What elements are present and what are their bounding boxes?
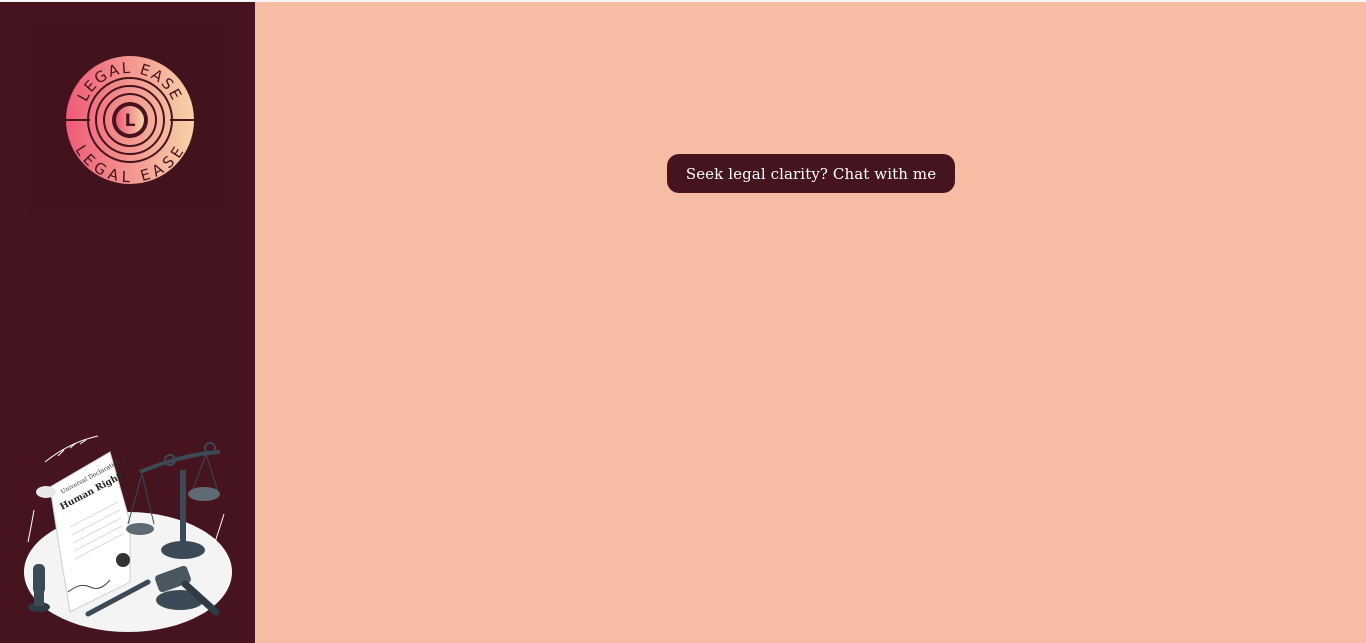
logo-monogram: L — [125, 111, 136, 131]
app-window: L LEGAL EASE LEGAL EASE Universal Declar… — [0, 0, 1366, 643]
chat-button[interactable]: Seek legal clarity? Chat with me — [667, 154, 955, 193]
sidebar: L LEGAL EASE LEGAL EASE Universal Declar… — [0, 2, 255, 643]
justice-illustration-icon: Universal Declaration of Human Rights — [24, 435, 232, 632]
legal-ease-logo[interactable]: L LEGAL EASE LEGAL EASE — [35, 32, 225, 212]
main-content: Seek legal clarity? Chat with me — [255, 2, 1366, 643]
